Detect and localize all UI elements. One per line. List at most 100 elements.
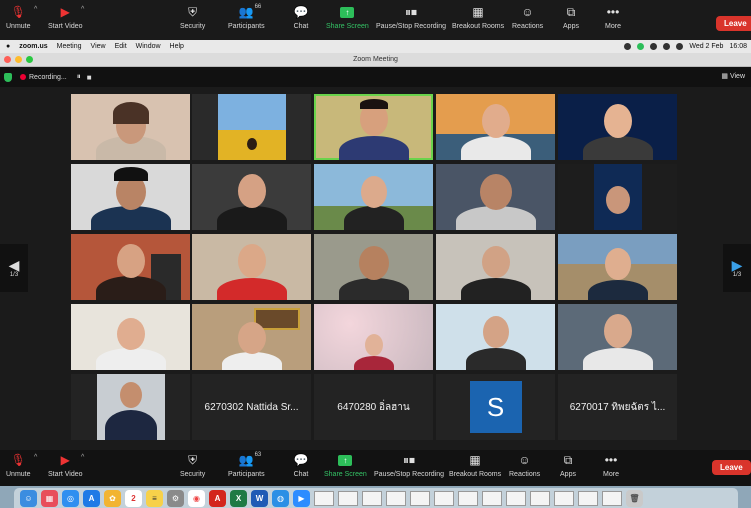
participant-tile-avatar[interactable]: S bbox=[436, 374, 555, 440]
word-icon[interactable]: W bbox=[251, 489, 268, 507]
window-thumbnail[interactable] bbox=[578, 490, 598, 506]
app-store-icon[interactable]: A bbox=[83, 489, 100, 507]
participant-tile[interactable] bbox=[558, 94, 677, 160]
acrobat-icon[interactable]: A bbox=[209, 489, 226, 507]
window-thumbnail[interactable] bbox=[506, 490, 526, 506]
participant-tile[interactable] bbox=[71, 164, 190, 230]
unmute-button[interactable]: 🎙 ^ Unmute bbox=[6, 4, 37, 30]
menu-window[interactable]: Window bbox=[136, 43, 161, 50]
window-thumbnail[interactable] bbox=[554, 490, 574, 506]
finder-icon[interactable]: ☺ bbox=[20, 489, 37, 507]
start-video-button[interactable]: ▶ ^ Start Video bbox=[48, 452, 84, 478]
window-thumbnail[interactable] bbox=[530, 490, 550, 506]
status-icon[interactable] bbox=[624, 43, 632, 50]
share-screen-button[interactable]: ↑ Share Screen bbox=[324, 452, 367, 478]
apple-icon[interactable]: ● bbox=[6, 43, 10, 50]
participant-tile[interactable] bbox=[558, 234, 677, 300]
apps-button[interactable]: ⧉ Apps bbox=[562, 4, 580, 31]
excel-icon[interactable]: X bbox=[230, 489, 247, 507]
security-button[interactable]: ⛨ Security bbox=[180, 4, 205, 31]
participant-tile[interactable] bbox=[558, 164, 677, 230]
calendar-icon[interactable]: 2 bbox=[125, 489, 142, 507]
participant-tile[interactable] bbox=[71, 94, 190, 160]
reactions-button[interactable]: ☺ Reactions bbox=[509, 452, 540, 478]
battery-icon[interactable] bbox=[676, 43, 684, 50]
participant-tile[interactable] bbox=[436, 94, 555, 160]
participant-tile[interactable] bbox=[558, 304, 677, 370]
window-thumbnail[interactable] bbox=[386, 490, 406, 506]
encryption-shield-icon[interactable] bbox=[4, 72, 12, 82]
participant-tile[interactable] bbox=[436, 304, 555, 370]
window-thumbnail[interactable] bbox=[602, 490, 622, 506]
menu-edit[interactable]: Edit bbox=[115, 43, 127, 50]
start-video-button[interactable]: ▶ ^ Start Video bbox=[48, 4, 84, 30]
window-thumbnail[interactable] bbox=[434, 490, 454, 506]
window-thumbnail[interactable] bbox=[338, 490, 358, 506]
close-window-button[interactable] bbox=[4, 56, 11, 63]
menu-time[interactable]: 16:08 bbox=[729, 43, 747, 50]
security-button[interactable]: ⛨ Security bbox=[180, 452, 205, 479]
participant-tile[interactable] bbox=[192, 304, 311, 370]
participant-tile[interactable] bbox=[192, 164, 311, 230]
recording-button[interactable]: ⏸⏹ Pause/Stop Recording bbox=[374, 452, 444, 479]
window-thumbnail[interactable] bbox=[482, 490, 502, 506]
safari-icon[interactable]: ◎ bbox=[62, 489, 79, 507]
launchpad-icon[interactable]: ▦ bbox=[41, 489, 58, 507]
participant-tile[interactable] bbox=[314, 234, 433, 300]
participant-tile[interactable] bbox=[71, 234, 190, 300]
photos-icon[interactable]: ✿ bbox=[104, 489, 121, 507]
status-icon[interactable] bbox=[637, 43, 645, 50]
participant-tile[interactable] bbox=[314, 304, 433, 370]
settings-icon[interactable]: ⚙ bbox=[167, 489, 184, 507]
participant-tile[interactable] bbox=[436, 164, 555, 230]
pause-icon[interactable]: ⏸ bbox=[77, 72, 81, 82]
notes-icon[interactable]: ≡ bbox=[146, 489, 163, 507]
menu-help[interactable]: Help bbox=[170, 43, 184, 50]
participants-button[interactable]: 👥 63 Participants bbox=[228, 452, 265, 478]
participants-button[interactable]: 👥 66 Participants bbox=[228, 4, 265, 30]
participant-tile-name-only[interactable]: 6270302 Nattida Sr... bbox=[192, 374, 311, 440]
menu-view[interactable]: View bbox=[91, 43, 106, 50]
participant-tile[interactable] bbox=[71, 374, 190, 440]
participant-tile[interactable] bbox=[436, 234, 555, 300]
next-page-button[interactable]: ▶ 1/3 bbox=[723, 244, 751, 292]
participant-tile[interactable] bbox=[71, 304, 190, 370]
wifi-icon[interactable] bbox=[663, 43, 671, 50]
menu-app-name[interactable]: zoom.us bbox=[19, 43, 47, 50]
messenger-icon[interactable]: ◍ bbox=[272, 489, 289, 507]
apps-button[interactable]: ⧉ Apps bbox=[559, 452, 577, 479]
more-button[interactable]: ••• More bbox=[602, 452, 620, 478]
chrome-icon[interactable]: ◉ bbox=[188, 489, 205, 507]
more-button[interactable]: ••• More bbox=[604, 4, 622, 30]
menu-date[interactable]: Wed 2 Feb bbox=[689, 43, 723, 50]
status-icon[interactable] bbox=[650, 43, 658, 50]
leave-button[interactable]: Leave bbox=[712, 460, 751, 475]
breakout-rooms-button[interactable]: ▦ Breakout Rooms bbox=[452, 4, 504, 30]
participant-tile[interactable] bbox=[192, 94, 311, 160]
zoom-icon[interactable]: ▶ bbox=[293, 489, 310, 507]
trash-icon[interactable]: 🗑 bbox=[626, 489, 643, 507]
window-thumbnail[interactable] bbox=[314, 490, 334, 506]
stop-icon[interactable]: ■ bbox=[87, 73, 92, 82]
participant-tile[interactable] bbox=[314, 164, 433, 230]
participant-tile-name-only[interactable]: 6270017 ทิพยฉัตร ไ... bbox=[558, 374, 677, 440]
window-thumbnail[interactable] bbox=[362, 490, 382, 506]
share-screen-button[interactable]: ↑ Share Screen bbox=[326, 4, 369, 30]
leave-button[interactable]: Leave bbox=[716, 16, 751, 31]
reactions-button[interactable]: ☺ Reactions bbox=[512, 4, 543, 30]
unmute-button[interactable]: 🎙 ^ Unmute bbox=[6, 452, 37, 478]
participant-tile-active-speaker[interactable] bbox=[314, 94, 433, 160]
chat-button[interactable]: 💬 Chat bbox=[292, 4, 310, 30]
participant-tile[interactable] bbox=[192, 234, 311, 300]
window-thumbnail[interactable] bbox=[458, 490, 478, 506]
menu-meeting[interactable]: Meeting bbox=[57, 43, 82, 50]
participant-tile-name-only[interactable]: 6470280 อิ่ลฮาน bbox=[314, 374, 433, 440]
chat-button[interactable]: 💬 Chat bbox=[292, 452, 310, 478]
minimize-window-button[interactable] bbox=[15, 56, 22, 63]
view-button[interactable]: ▦ View bbox=[721, 72, 745, 80]
window-thumbnail[interactable] bbox=[410, 490, 430, 506]
breakout-rooms-button[interactable]: ▦ Breakout Rooms bbox=[449, 452, 501, 478]
recording-button[interactable]: ⏸⏹ Pause/Stop Recording bbox=[376, 4, 446, 31]
zoom-window-button[interactable] bbox=[26, 56, 33, 63]
previous-page-button[interactable]: ◀ 1/3 bbox=[0, 244, 28, 292]
